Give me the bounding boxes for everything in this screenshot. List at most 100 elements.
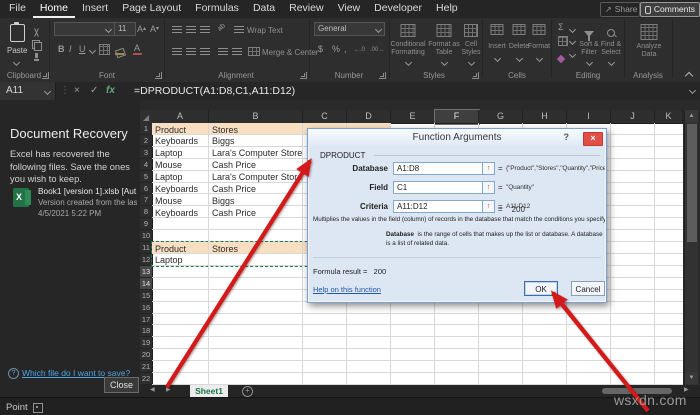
formula-input[interactable]: =DPRODUCT(A1:D8,C1,A11:D12) — [134, 85, 295, 97]
clear-button[interactable] — [556, 49, 566, 67]
menu-tab-view[interactable]: View — [331, 0, 368, 16]
delete-cells-button[interactable]: Delete — [508, 18, 530, 70]
clipboard-launcher-icon[interactable] — [42, 72, 49, 79]
vertical-scrollbar[interactable]: ▲ ▼ — [684, 110, 698, 385]
column-header-B[interactable]: B — [209, 110, 303, 124]
scroll-up-icon[interactable]: ▲ — [685, 110, 698, 122]
next-sheet-icon[interactable]: ▶ — [166, 386, 171, 393]
name-box[interactable]: A11 — [0, 82, 56, 100]
enter-entry-button[interactable]: ✓ — [90, 85, 98, 96]
insert-function-button[interactable]: fx — [106, 85, 115, 96]
fill-button[interactable] — [558, 36, 568, 46]
cancel-button[interactable]: Cancel — [571, 281, 605, 296]
increase-font-button[interactable]: A▴ — [137, 24, 146, 34]
argument-input-database[interactable]: A1:D8 — [393, 162, 483, 175]
underline-button[interactable]: U — [79, 44, 86, 54]
cell-B4[interactable]: Cash Price — [212, 160, 256, 170]
cell-B7[interactable]: Biggs — [212, 196, 235, 206]
menu-tab-insert[interactable]: Insert — [75, 0, 115, 16]
menu-tab-file[interactable]: File — [2, 0, 33, 16]
expand-formula-bar-icon[interactable] — [688, 86, 697, 95]
dialog-title[interactable]: Function Arguments — [308, 129, 606, 146]
percent-style-button[interactable]: % — [332, 44, 340, 54]
merge-center-label[interactable]: Merge & Center — [262, 48, 318, 57]
align-left-button[interactable] — [172, 47, 182, 55]
collapse-ribbon-icon[interactable] — [684, 71, 694, 81]
range-picker-button[interactable]: ↑ — [482, 200, 495, 213]
orientation-button[interactable]: ab — [216, 22, 228, 35]
comments-button[interactable]: Comments — [640, 2, 700, 17]
menu-tab-page-layout[interactable]: Page Layout — [115, 0, 188, 16]
format-painter-button[interactable] — [33, 50, 41, 68]
vertical-scroll-handle[interactable] — [686, 124, 697, 242]
cell-A6[interactable]: Keyboards — [155, 184, 198, 194]
align-middle-button[interactable] — [186, 25, 196, 33]
analyze-data-button[interactable]: Analyze Data — [630, 18, 668, 70]
ok-button[interactable]: OK — [524, 281, 558, 296]
column-header-H[interactable]: H — [523, 110, 567, 124]
comma-style-button[interactable]: , — [344, 44, 347, 54]
cell-B6[interactable]: Cash Price — [212, 184, 256, 194]
menu-tab-developer[interactable]: Developer — [367, 0, 429, 16]
argument-input-field[interactable]: C1 — [393, 181, 483, 194]
range-picker-button[interactable]: ↑ — [482, 181, 495, 194]
cell-B5[interactable]: Lara's Computer Store — [212, 172, 302, 182]
font-family-select[interactable] — [54, 22, 115, 36]
share-button[interactable]: ↗ Share — [600, 2, 640, 17]
increase-indent-button[interactable] — [232, 47, 242, 55]
decrease-font-button[interactable]: A▾ — [150, 24, 159, 34]
menu-tab-help[interactable]: Help — [429, 0, 465, 16]
cell-A4[interactable]: Mouse — [155, 160, 182, 170]
cell-A7[interactable]: Mouse — [155, 196, 182, 206]
decrease-indent-button[interactable] — [218, 47, 228, 55]
borders-button[interactable] — [99, 44, 110, 55]
column-header-D[interactable]: D — [347, 110, 391, 124]
format-cells-button[interactable]: Format — [528, 18, 550, 70]
alignment-launcher-icon[interactable] — [300, 72, 307, 79]
menu-tab-review[interactable]: Review — [282, 0, 330, 16]
cell-B1[interactable]: Stores — [212, 125, 238, 135]
cancel-entry-button[interactable]: × — [74, 85, 80, 96]
font-launcher-icon[interactable] — [155, 72, 162, 79]
prev-sheet-icon[interactable]: ◀ — [150, 386, 155, 393]
align-bottom-button[interactable] — [200, 25, 210, 33]
macro-record-icon[interactable] — [33, 403, 43, 413]
italic-button[interactable]: I — [69, 44, 72, 54]
cell-B2[interactable]: Biggs — [212, 136, 235, 146]
align-top-button[interactable] — [172, 25, 182, 33]
font-size-select[interactable]: 11 — [114, 22, 136, 36]
fill-color-button[interactable] — [114, 44, 127, 62]
menu-tab-formulas[interactable]: Formulas — [188, 0, 246, 16]
sort-filter-button[interactable]: Sort & Filter — [578, 18, 600, 70]
argument-input-criteria[interactable]: A11:D12 — [393, 200, 483, 213]
menu-tab-home[interactable]: Home — [32, 0, 75, 18]
column-header-C[interactable]: C — [303, 110, 347, 124]
number-format-select[interactable]: General — [314, 22, 385, 36]
font-color-button[interactable]: A — [133, 43, 142, 55]
bold-button[interactable]: B — [58, 44, 65, 54]
cell-A5[interactable]: Laptop — [155, 172, 183, 182]
column-header-E[interactable]: E — [391, 110, 435, 124]
close-panel-button[interactable]: Close — [104, 377, 139, 393]
sheet-tab-sheet1[interactable]: Sheet1 — [190, 385, 228, 397]
column-header-K[interactable]: K — [655, 110, 683, 124]
new-sheet-button[interactable]: + — [242, 386, 253, 397]
cell-A1[interactable]: Product — [155, 125, 186, 135]
find-select-button[interactable]: Find & Select — [600, 18, 622, 70]
styles-launcher-icon[interactable] — [472, 72, 479, 79]
accounting-format-button[interactable]: $ — [318, 44, 323, 54]
paste-button[interactable]: Paste — [4, 22, 30, 68]
column-header-G[interactable]: G — [479, 110, 523, 124]
dialog-help-button[interactable]: ? — [564, 132, 570, 142]
range-picker-button[interactable]: ↑ — [482, 162, 495, 175]
autosum-button[interactable]: Σ — [558, 22, 564, 32]
wrap-text-label[interactable]: Wrap Text — [247, 26, 283, 35]
menu-tab-data[interactable]: Data — [246, 0, 282, 16]
cell-A2[interactable]: Keyboards — [155, 136, 198, 146]
help-on-function-link[interactable]: Help on this function — [313, 285, 381, 294]
decrease-decimal-button[interactable]: .00→ — [370, 47, 384, 53]
conditional-formatting-button[interactable]: Conditional Formatting — [390, 18, 426, 70]
cell-A3[interactable]: Laptop — [155, 148, 183, 158]
column-header-F[interactable]: F — [434, 109, 480, 125]
format-as-table-button[interactable]: Format as Table — [428, 18, 460, 70]
